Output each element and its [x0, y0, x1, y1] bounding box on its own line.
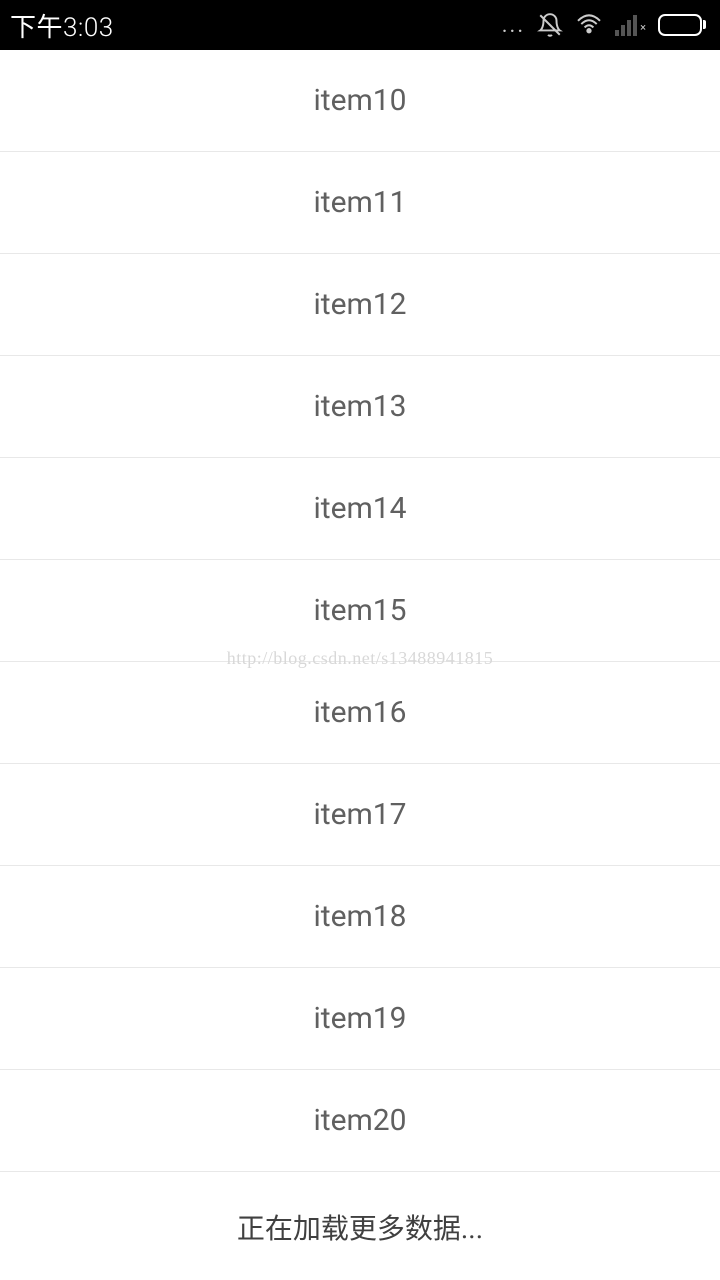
- list-item[interactable]: item19: [0, 968, 720, 1070]
- list-item-label: item18: [313, 899, 406, 934]
- mute-bell-icon: [537, 12, 563, 38]
- battery-icon: [658, 14, 702, 36]
- loading-footer: 正在加载更多数据...: [0, 1172, 720, 1280]
- list-item[interactable]: item17: [0, 764, 720, 866]
- list-item-label: item12: [313, 287, 406, 322]
- wifi-icon: [575, 12, 603, 38]
- list-item[interactable]: item12: [0, 254, 720, 356]
- status-time: 下午3:03: [10, 7, 114, 44]
- list-item[interactable]: item13: [0, 356, 720, 458]
- list-item-label: item20: [313, 1103, 406, 1138]
- list-item[interactable]: item18: [0, 866, 720, 968]
- list-item-label: item13: [313, 389, 406, 424]
- status-bar: 下午3:03 ... ×: [0, 0, 720, 50]
- list-item[interactable]: item10: [0, 50, 720, 152]
- list-item-label: item11: [313, 185, 406, 220]
- loading-text: 正在加载更多数据...: [237, 1207, 483, 1247]
- more-dots-icon: ...: [502, 13, 525, 38]
- list-item-label: item15: [313, 593, 406, 628]
- status-icons: ... ×: [502, 12, 702, 38]
- list-item[interactable]: item15: [0, 560, 720, 662]
- list-item-label: item14: [313, 491, 406, 526]
- signal-icon: ×: [615, 14, 646, 36]
- list-item[interactable]: item11: [0, 152, 720, 254]
- list-item[interactable]: item14: [0, 458, 720, 560]
- list-item-label: item17: [313, 797, 406, 832]
- list-item[interactable]: item20: [0, 1070, 720, 1172]
- list-item[interactable]: item16: [0, 662, 720, 764]
- list-container[interactable]: item10 item11 item12 item13 item14 item1…: [0, 50, 720, 1280]
- list-item-label: item16: [313, 695, 406, 730]
- list-item-label: item19: [313, 1001, 406, 1036]
- list-item-label: item10: [313, 83, 406, 118]
